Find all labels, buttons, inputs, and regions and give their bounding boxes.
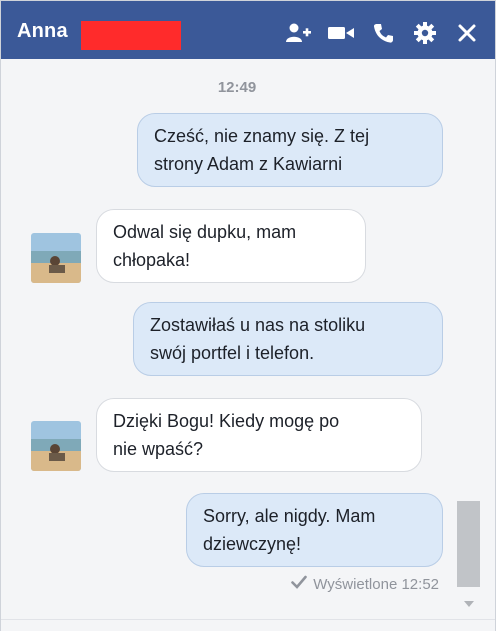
seen-receipt: Wyświetlone 12:52 xyxy=(291,575,439,593)
contact-avatar[interactable] xyxy=(31,421,81,471)
contact-avatar[interactable] xyxy=(31,233,81,283)
name-redaction-box xyxy=(81,21,181,50)
add-people-icon[interactable] xyxy=(285,21,313,45)
chat-window: Anna 12:49 Cześć, nie znamy się. Z tej s… xyxy=(0,0,496,631)
settings-gear-icon[interactable] xyxy=(411,21,439,45)
checkmark-icon xyxy=(291,575,308,593)
scrollbar-thumb[interactable] xyxy=(457,501,480,587)
video-call-icon[interactable] xyxy=(327,21,355,45)
voice-call-icon[interactable] xyxy=(369,21,397,45)
outgoing-message[interactable]: Sorry, ale nigdy. Mam dziewczynę! xyxy=(186,493,443,567)
message-timestamp: 12:49 xyxy=(217,79,257,96)
titlebar-actions xyxy=(285,21,481,45)
incoming-message[interactable]: Odwal się dupku, mam chłopaka! xyxy=(96,209,366,283)
chat-titlebar[interactable]: Anna xyxy=(1,1,495,59)
incoming-message[interactable]: Dzięki Bogu! Kiedy mogę po nie wpaść? xyxy=(96,398,422,472)
outgoing-message[interactable]: Cześć, nie znamy się. Z tej strony Adam … xyxy=(137,113,443,187)
contact-name[interactable]: Anna xyxy=(17,20,68,43)
scroll-down-arrow-icon[interactable] xyxy=(459,595,479,613)
composer-edge xyxy=(1,619,495,631)
outgoing-message[interactable]: Zostawiłaś u nas na stoliku swój portfel… xyxy=(133,302,443,376)
close-icon[interactable] xyxy=(453,21,481,45)
message-list[interactable]: 12:49 Cześć, nie znamy się. Z tej strony… xyxy=(1,59,495,619)
seen-label: Wyświetlone 12:52 xyxy=(313,575,439,593)
